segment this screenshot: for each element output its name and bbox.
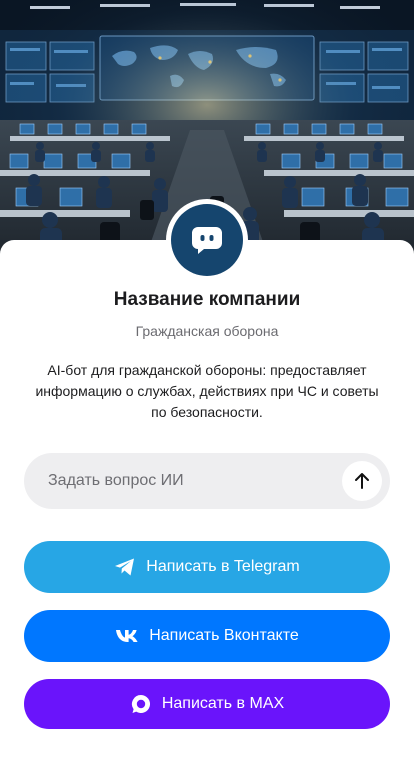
write-vk-button[interactable]: Написать Вконтакте	[24, 610, 390, 662]
max-icon	[130, 693, 152, 715]
ask-ai-input[interactable]	[24, 472, 342, 490]
telegram-icon	[114, 557, 136, 577]
send-question-button[interactable]	[342, 461, 382, 501]
write-telegram-button[interactable]: Написать в Telegram	[24, 541, 390, 593]
company-description: AI-бот для гражданской обороны: предоста…	[35, 362, 379, 420]
ask-ai-bar	[24, 453, 390, 509]
avatar-circle	[171, 204, 243, 276]
company-category: Гражданская оборона	[135, 323, 279, 339]
avatar	[166, 199, 248, 281]
write-max-label: Написать в MAX	[161, 695, 285, 712]
write-vk-label: Написать Вконтакте	[149, 627, 299, 644]
bot-landing-page: Название компании Гражданская оборона AI…	[0, 0, 414, 770]
arrow-up-icon	[355, 473, 369, 489]
vk-icon	[115, 629, 139, 643]
write-telegram-label: Написать в Telegram	[146, 558, 300, 575]
chat-bot-icon	[192, 227, 222, 254]
company-name: Название компании	[113, 289, 301, 310]
write-max-button[interactable]: Написать в MAX	[24, 679, 390, 729]
